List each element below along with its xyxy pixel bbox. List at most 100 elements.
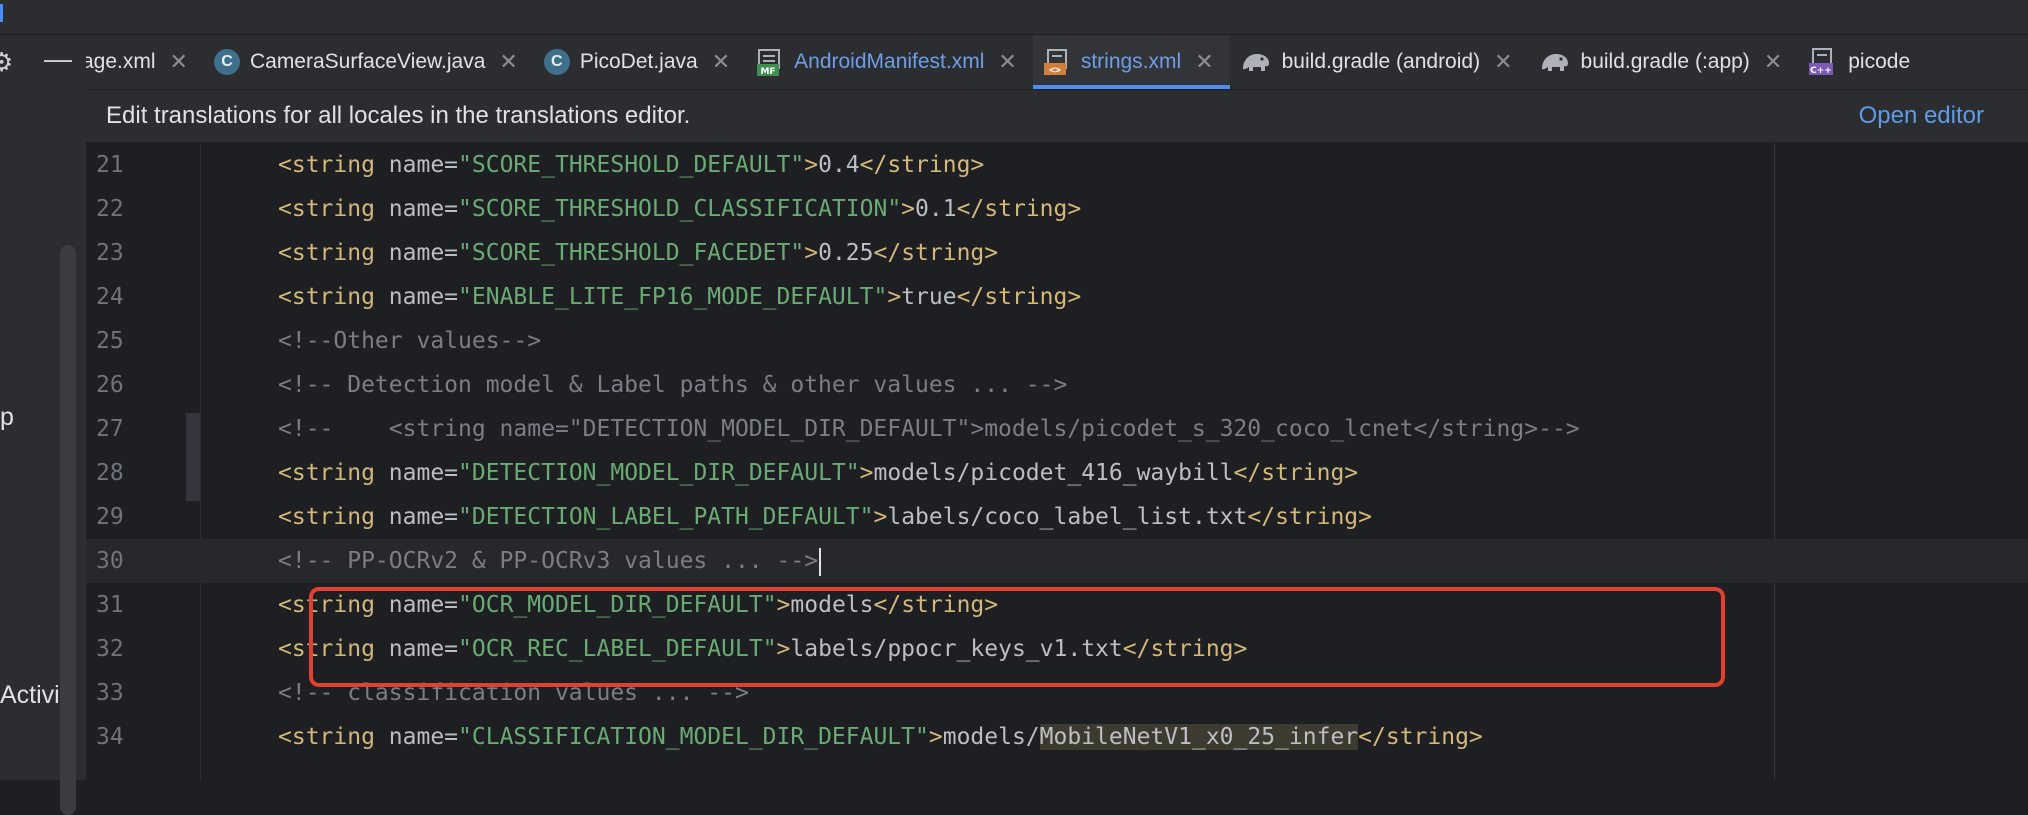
- line-number: 29: [96, 504, 124, 530]
- element-text: true: [901, 284, 957, 310]
- line-number: 26: [96, 372, 124, 398]
- quote: ": [458, 460, 472, 486]
- close-icon[interactable]: ✕: [499, 49, 517, 75]
- close-icon[interactable]: ✕: [1764, 49, 1782, 75]
- tab-label: build.gradle (android): [1281, 50, 1481, 73]
- code-text: <!-- <string name="DETECTION_MODEL_DIR_D…: [278, 407, 1580, 451]
- text-cursor: [819, 547, 822, 576]
- attr-value: SCORE_THRESHOLD_FACEDET: [471, 240, 791, 266]
- code-text: <!-- classification values ... -->: [278, 671, 749, 715]
- manifest-file-icon: MF: [757, 49, 781, 76]
- line-number: 24: [96, 284, 124, 310]
- line-number: 25: [96, 328, 124, 354]
- sidebar-label[interactable]: p: [0, 403, 14, 432]
- attr-value: ENABLE_LITE_FP16_MODE_DEFAULT: [471, 284, 874, 310]
- tag-close: >: [887, 284, 902, 310]
- quote: ": [458, 284, 472, 310]
- attr-value: DETECTION_MODEL_DIR_DEFAULT: [471, 460, 846, 486]
- tag-close: >: [928, 724, 943, 750]
- tab-label: PicoDet.java: [579, 50, 698, 73]
- xml-attr-name: name=: [374, 284, 459, 310]
- code-line[interactable]: 29 <string name="DETECTION_LABEL_PATH_DEF…: [86, 495, 2028, 539]
- xml-open-tag: <string: [278, 592, 375, 618]
- xml-attr-name: name=: [374, 196, 459, 222]
- quote: ": [458, 724, 472, 750]
- code-text: <string name="OCR_REC_LABEL_DEFAULT">lab…: [278, 627, 1247, 671]
- code-line[interactable]: 21 <string name="SCORE_THRESHOLD_DEFAULT"…: [86, 143, 2028, 187]
- quote: ": [458, 592, 472, 618]
- java-class-icon: C: [213, 49, 240, 75]
- tab-build-gradle-app[interactable]: build.gradle (:app) ✕: [1529, 35, 1799, 89]
- code-line[interactable]: 25 <!--Other values-->: [86, 319, 2028, 363]
- xml-open-tag: <string: [278, 636, 375, 662]
- code-line[interactable]: 22 <string name="SCORE_THRESHOLD_CLASSIFI…: [86, 187, 2028, 231]
- window-title-strip: [0, 0, 2028, 35]
- quote: ": [915, 724, 929, 750]
- attr-value: OCR_REC_LABEL_DEFAULT: [471, 636, 763, 662]
- xml-comment: <!-- PP-OCRv2 & PP-OCRv3 values ... -->: [278, 548, 819, 574]
- attr-value: OCR_MODEL_DIR_DEFAULT: [471, 592, 763, 618]
- line-number: 23: [96, 240, 124, 266]
- code-line[interactable]: 30 <!-- PP-OCRv2 & PP-OCRv3 values ... --…: [86, 539, 2028, 583]
- tab-label: age.xml: [86, 50, 156, 73]
- tab-camera-surface-view-java[interactable]: C CameraSurfaceView.java ✕: [204, 35, 534, 89]
- code-line[interactable]: 33 <!-- classification values ... -->: [86, 671, 2028, 715]
- xml-attr-name: name=: [374, 152, 459, 178]
- xml-comment: <!-- Detection model & Label paths & oth…: [278, 372, 1068, 398]
- minimize-icon[interactable]: —: [44, 45, 72, 73]
- code-text: <!-- Detection model & Label paths & oth…: [278, 363, 1067, 407]
- code-line[interactable]: 27 <!-- <string name="DETECTION_MODEL_DIR…: [86, 407, 2028, 451]
- line-number: 27: [96, 416, 124, 442]
- code-line[interactable]: 24 <string name="ENABLE_LITE_FP16_MODE_DE…: [86, 275, 2028, 319]
- tab-build-gradle-android[interactable]: build.gradle (android) ✕: [1230, 35, 1529, 89]
- tab-android-manifest-xml[interactable]: MF AndroidManifest.xml ✕: [746, 35, 1033, 89]
- open-editor-link[interactable]: Open editor: [1859, 102, 1984, 130]
- java-class-icon: C: [543, 49, 570, 75]
- quote: ": [887, 196, 902, 222]
- close-icon[interactable]: ✕: [170, 49, 188, 75]
- code-line[interactable]: 34 <string name="CLASSIFICATION_MODEL_DIR…: [86, 715, 2028, 759]
- line-number: 32: [96, 636, 124, 662]
- quote: ": [458, 504, 472, 530]
- tag-close: >: [776, 636, 791, 662]
- element-text: labels/ppocr_keys_v1.txt: [790, 636, 1123, 662]
- xml-close-tag: </string>: [956, 284, 1082, 310]
- close-icon[interactable]: ✕: [1195, 49, 1213, 75]
- tab-age-xml[interactable]: age.xml ✕: [86, 35, 204, 89]
- code-line[interactable]: 23 <string name="SCORE_THRESHOLD_FACEDET"…: [86, 231, 2028, 275]
- sidebar-label[interactable]: Activi: [0, 681, 60, 710]
- close-icon[interactable]: ✕: [998, 49, 1016, 75]
- code-line[interactable]: 32 <string name="OCR_REC_LABEL_DEFAULT">l…: [86, 627, 2028, 671]
- code-line[interactable]: 26 <!-- Detection model & Label paths & o…: [86, 363, 2028, 407]
- line-number: 21: [96, 152, 124, 178]
- line-number: 22: [96, 196, 124, 222]
- gear-icon[interactable]: ⚙: [0, 49, 13, 75]
- xml-attr-name: name=: [374, 240, 459, 266]
- xml-resource-icon: <>: [1043, 49, 1067, 76]
- element-text: 0.25: [818, 240, 874, 266]
- tab-strings-xml[interactable]: <> strings.xml ✕: [1032, 35, 1230, 89]
- xml-attr-name: name=: [374, 592, 459, 618]
- element-text: 0.4: [818, 152, 860, 178]
- tab-picodet-java[interactable]: C PicoDet.java ✕: [534, 35, 746, 89]
- xml-attr-name: name=: [374, 460, 459, 486]
- xml-open-tag: <string: [278, 284, 375, 310]
- quote: ": [458, 636, 472, 662]
- line-number: 30: [96, 548, 124, 574]
- code-text: <string name="SCORE_THRESHOLD_DEFAULT">0…: [278, 143, 984, 187]
- xml-close-tag: </string>: [1247, 504, 1372, 530]
- gradle-elephant-icon: [1541, 54, 1568, 71]
- code-editor[interactable]: 21 <string name="SCORE_THRESHOLD_DEFAULT"…: [86, 143, 2028, 780]
- line-number: 31: [96, 592, 124, 618]
- xml-open-tag: <string: [278, 724, 375, 750]
- svg-text:<>: <>: [1049, 65, 1061, 76]
- code-line[interactable]: 28 <string name="DETECTION_MODEL_DIR_DEFA…: [86, 451, 2028, 495]
- close-icon[interactable]: ✕: [1494, 49, 1512, 75]
- code-line[interactable]: 31 <string name="OCR_MODEL_DIR_DEFAULT">m…: [86, 583, 2028, 627]
- sidebar-scrollbar[interactable]: [60, 245, 76, 815]
- tab-picodet-cpp[interactable]: C++ picode: [1798, 35, 1926, 89]
- code-text: <string name="SCORE_THRESHOLD_CLASSIFICA…: [278, 187, 1081, 231]
- tab-label: CameraSurfaceView.java: [249, 50, 486, 73]
- close-icon[interactable]: ✕: [712, 49, 730, 75]
- xml-comment: <!-- <string name="DETECTION_MODEL_DIR_D…: [278, 416, 1580, 442]
